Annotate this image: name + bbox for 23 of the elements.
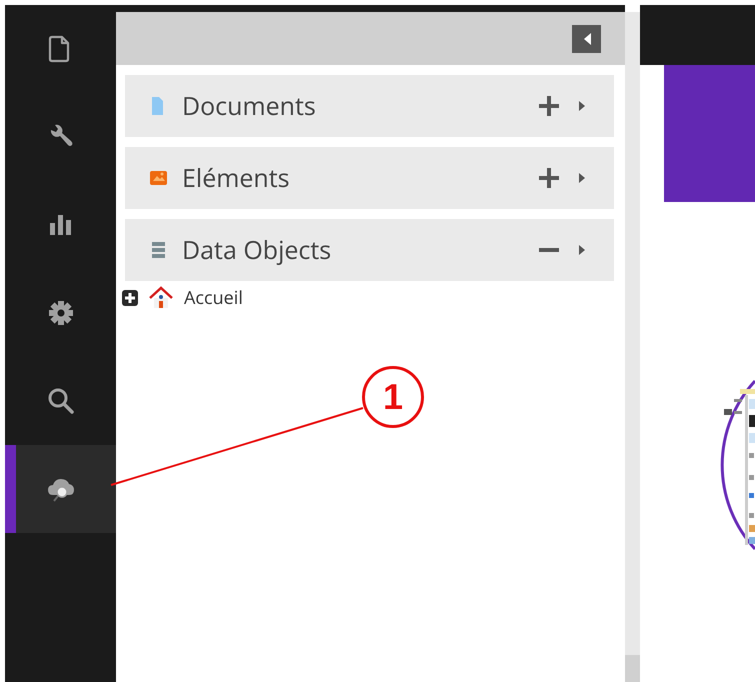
section-title: Data Objects <box>182 233 332 267</box>
accordion-header[interactable]: Data Objects <box>125 219 614 281</box>
search-icon <box>46 387 74 415</box>
scrollbar[interactable] <box>625 12 640 682</box>
expand-toggle-icon[interactable] <box>122 290 138 306</box>
tree-item[interactable]: Accueil <box>184 286 243 310</box>
image-icon <box>150 168 167 188</box>
caret-right-icon[interactable] <box>578 100 586 112</box>
caret-right-icon[interactable] <box>578 172 586 184</box>
collapse-button[interactable] <box>572 24 601 52</box>
section-title: Documents <box>182 89 317 123</box>
settings-icon <box>46 299 74 327</box>
scrollbar-thumb[interactable] <box>625 655 640 682</box>
plus-icon[interactable] <box>538 95 560 117</box>
plus-icon[interactable] <box>538 167 560 189</box>
accordion-header[interactable]: Documents <box>125 75 614 137</box>
sidebar-item[interactable] <box>5 445 116 533</box>
triangle-left-icon <box>584 32 590 44</box>
accordion-header[interactable]: Eléments <box>125 147 614 209</box>
house-icon <box>148 286 174 310</box>
section-title: Eléments <box>182 161 291 195</box>
database-icon <box>150 240 167 260</box>
caret-right-icon[interactable] <box>578 244 586 256</box>
